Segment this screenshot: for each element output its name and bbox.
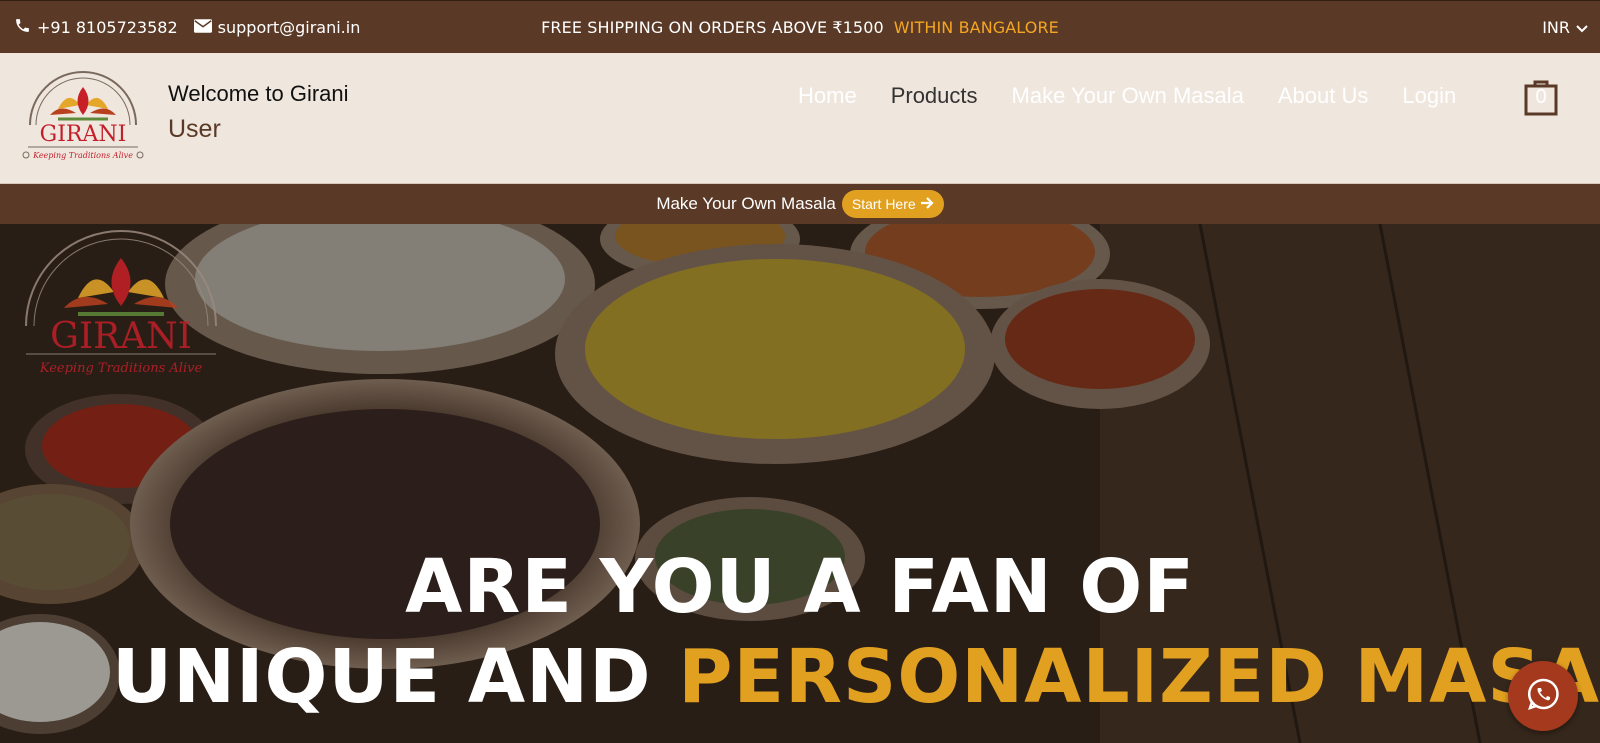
svg-text:Keeping Traditions Alive: Keeping Traditions Alive (39, 361, 203, 376)
user-label: User (168, 115, 221, 143)
arrow-right-icon (920, 196, 934, 212)
shipping-promo: FREE SHIPPING ON ORDERS ABOVE ₹1500 WITH… (0, 1, 1600, 54)
promo-text: FREE SHIPPING ON ORDERS ABOVE ₹1500 (541, 18, 884, 37)
girani-logo[interactable]: GIRANI Keeping Traditions Alive (18, 67, 148, 163)
whatsapp-chat-button[interactable] (1508, 661, 1578, 731)
top-bar: +91 8105723582 support@girani.in FREE SH… (0, 0, 1600, 53)
hero-banner: GIRANI Keeping Traditions Alive ARE YOU … (0, 224, 1600, 743)
logo-tagline: Keeping Traditions Alive (32, 151, 133, 160)
whatsapp-icon (1526, 677, 1560, 715)
nav-about-us[interactable]: About Us (1278, 83, 1369, 109)
welcome-text: Welcome to Girani (168, 81, 349, 106)
start-here-button[interactable]: Start Here (841, 190, 944, 218)
make-own-label: Make Your Own Masala (656, 194, 836, 213)
cart-button[interactable]: 0 (1524, 78, 1558, 116)
hero-headline-plain: UNIQUE AND (112, 634, 652, 720)
nav-login[interactable]: Login (1402, 83, 1456, 109)
site-header: GIRANI Keeping Traditions Alive Welcome … (0, 53, 1600, 184)
cart-count: 0 (1535, 86, 1547, 108)
hero-girani-logo: GIRANI Keeping Traditions Alive (12, 230, 230, 378)
currency-selector[interactable]: INR (1542, 1, 1588, 54)
main-nav: Home Products Make Your Own Masala About… (798, 83, 1456, 109)
nav-products[interactable]: Products (891, 83, 978, 109)
svg-text:GIRANI: GIRANI (40, 122, 127, 147)
hero-headline-line2: UNIQUE AND PERSONALIZED MASALA (112, 634, 1600, 720)
make-own-masala-bar: Make Your Own Masala Start Here (0, 184, 1600, 224)
chevron-down-icon (1576, 18, 1588, 37)
start-here-label: Start Here (851, 196, 916, 212)
hero-headline-line1: ARE YOU A FAN OF (405, 544, 1195, 630)
welcome-block: Welcome to Girani User (168, 81, 349, 144)
hero-headline-highlight: PERSONALIZED MASALA (678, 634, 1600, 720)
svg-text:GIRANI: GIRANI (50, 316, 192, 357)
nav-home[interactable]: Home (798, 83, 857, 109)
nav-make-your-own-masala[interactable]: Make Your Own Masala (1012, 83, 1244, 109)
currency-label: INR (1542, 18, 1570, 37)
promo-highlight: WITHIN BANGALORE (893, 18, 1059, 37)
